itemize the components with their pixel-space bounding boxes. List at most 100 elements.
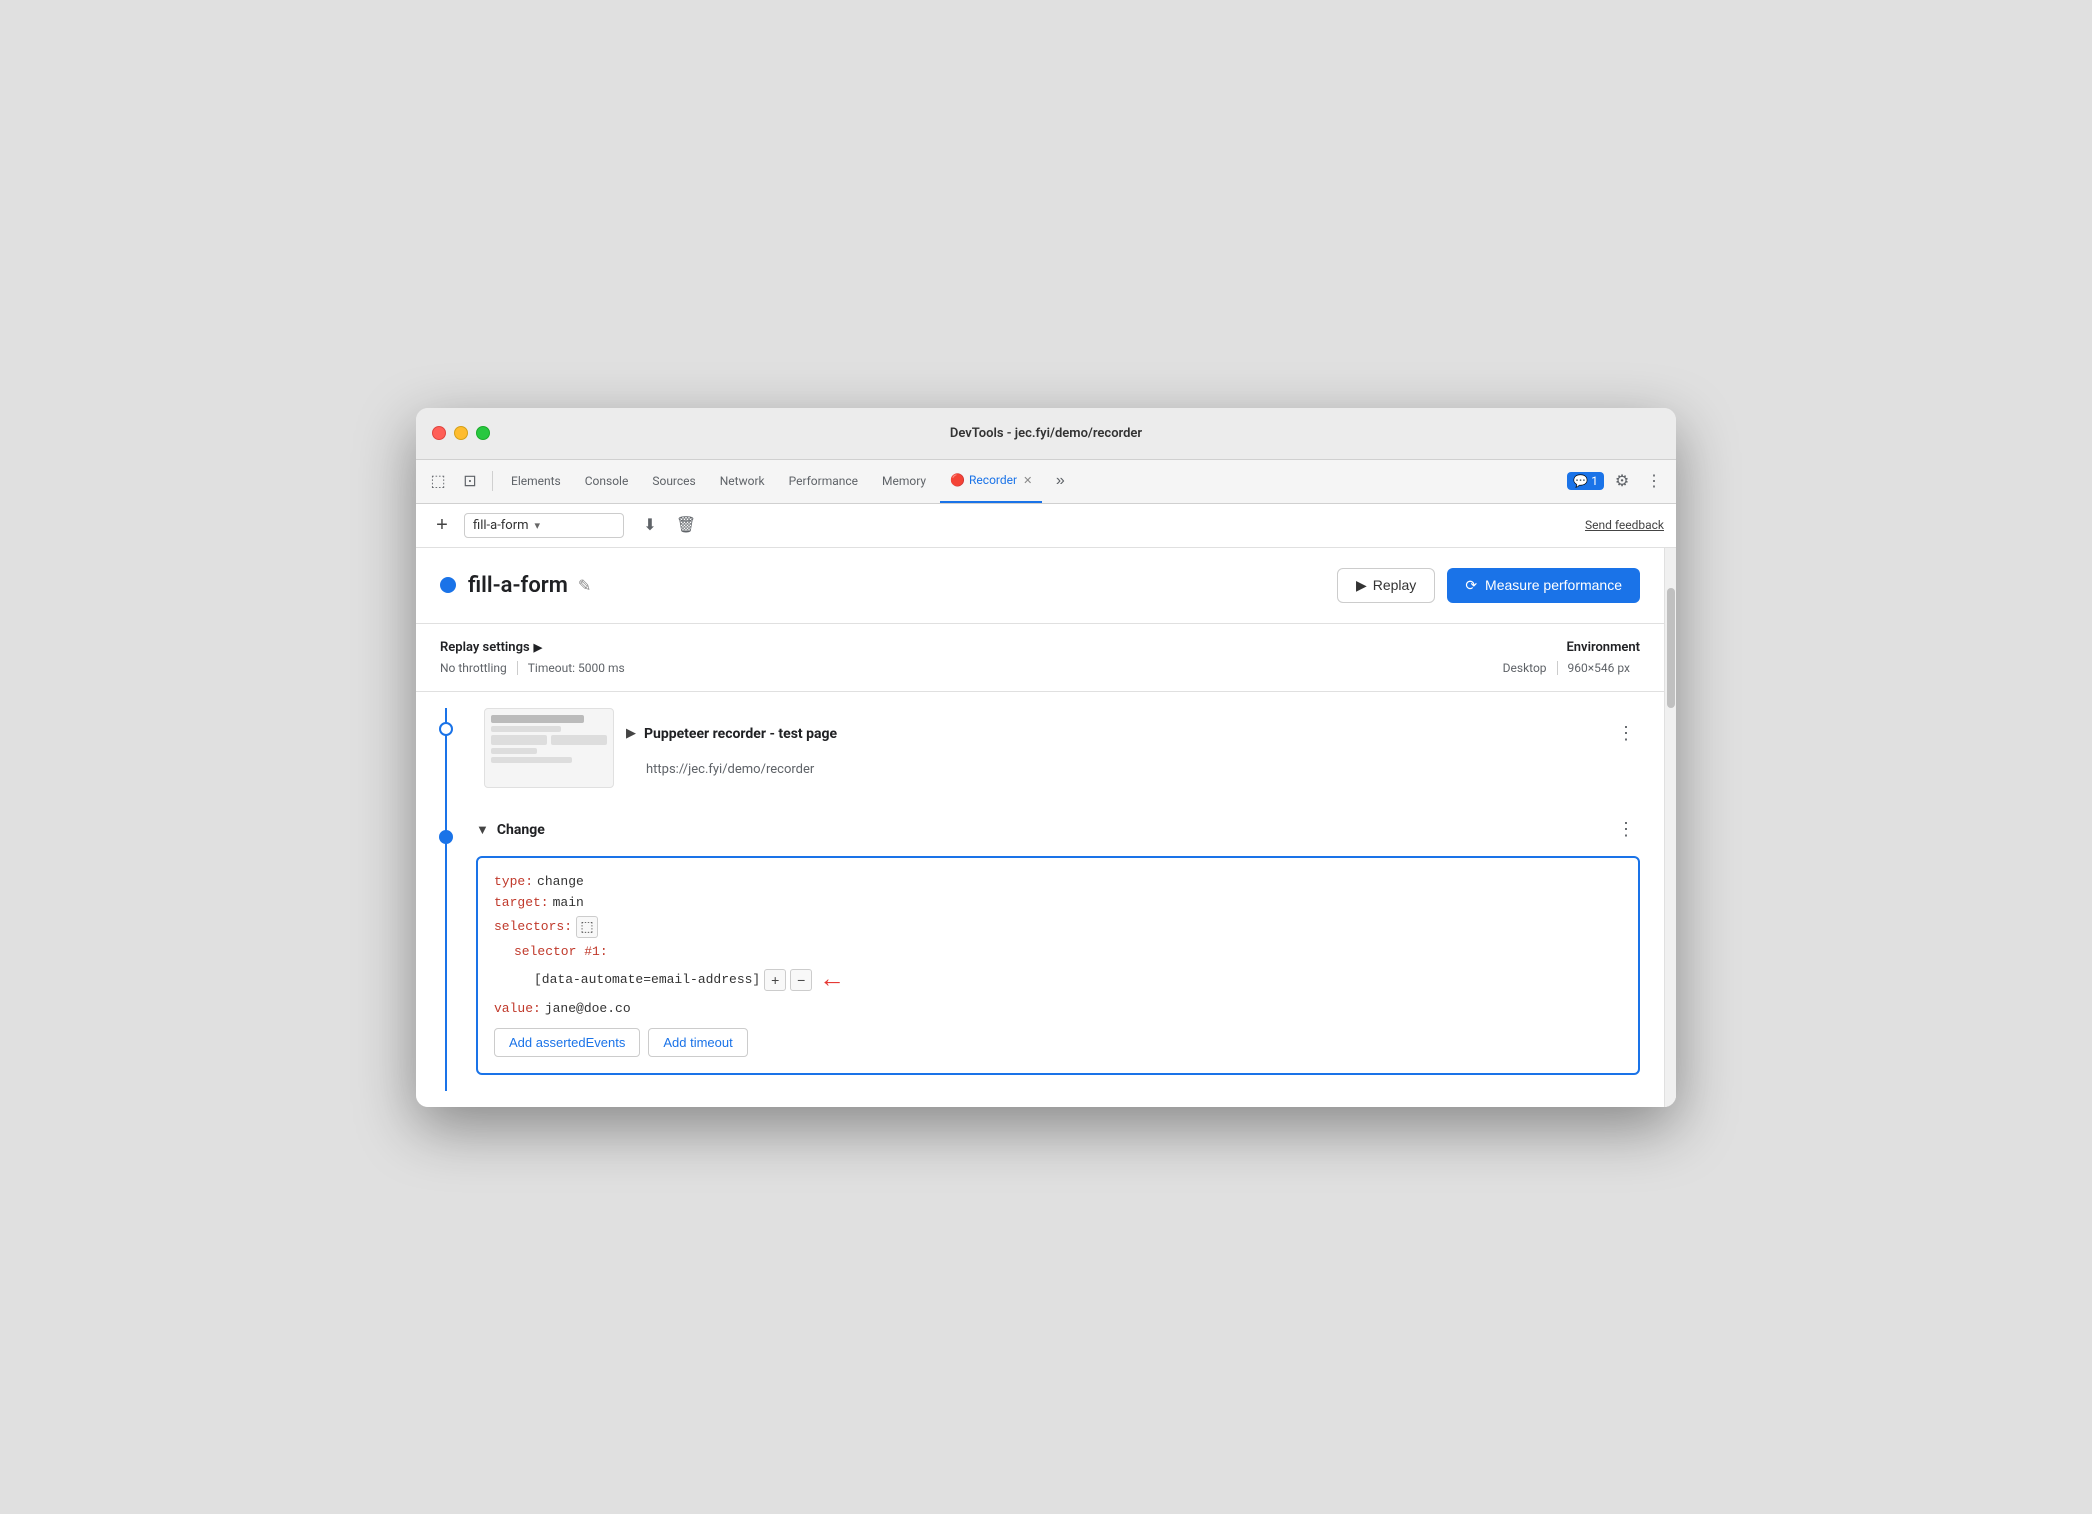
toolbar-actions: ⬇ 🗑	[636, 511, 700, 539]
step1-url: https://jec.fyi/demo/recorder	[626, 762, 1640, 777]
code-block: type: change target: main selectors: ⬚	[476, 856, 1640, 1075]
no-throttling-label: No throttling	[440, 661, 517, 675]
code-type-line: type: change	[494, 874, 1622, 889]
code-target-val: main	[553, 895, 584, 910]
recording-status-dot	[440, 577, 456, 593]
thumb-line-3	[491, 748, 537, 754]
code-selectors-line: selectors: ⬚	[494, 916, 1622, 938]
recorder-toolbar: + fill-a-form ▾ ⬇ 🗑 Send feedback	[416, 504, 1676, 548]
add-asserted-events-button[interactable]: Add assertedEvents	[494, 1028, 640, 1057]
settings-values: No throttling Timeout: 5000 ms	[440, 661, 1503, 675]
settings-icon[interactable]: ⚙	[1608, 467, 1636, 495]
settings-right: Environment Desktop 960×546 px	[1503, 640, 1640, 675]
timeline-line	[445, 708, 447, 1091]
timeline-dot-1	[439, 722, 453, 736]
step2-title: Change	[497, 822, 545, 838]
replay-button[interactable]: ▶ Replay	[1337, 568, 1435, 603]
settings-section: Replay settings ▶ No throttling Timeout:…	[416, 624, 1664, 692]
thumb-line-4	[491, 757, 572, 763]
thumb-line-2	[491, 726, 561, 732]
code-selector1-line: selector #1:	[494, 944, 1622, 959]
step-change: ▼ Change ⋮ type: change	[476, 804, 1640, 1075]
tab-bar: ⬚ ⊡ Elements Console Sources Network Per…	[416, 460, 1676, 504]
step-navigate-details: ▶ Puppeteer recorder - test page ⋮ https…	[626, 708, 1640, 788]
scroll-area: fill-a-form ✎ ▶ Replay ⟳ Measure perform…	[416, 548, 1676, 1107]
code-value-val: jane@doe.co	[545, 1001, 631, 1016]
step-navigate-row: ▶ Puppeteer recorder - test page ⋮ https…	[476, 708, 1640, 788]
red-arrow-indicator: ←	[824, 965, 840, 995]
code-target-key: target:	[494, 895, 549, 910]
cursor-icon[interactable]: ⬚	[424, 467, 452, 495]
recording-selector[interactable]: fill-a-form ▾	[464, 513, 624, 538]
code-selector1-val-line: [data-automate=email-address] + − ←	[494, 965, 1622, 995]
add-selector-button[interactable]: +	[764, 969, 786, 991]
step-navigate-header: ▶ Puppeteer recorder - test page ⋮	[626, 708, 1640, 760]
close-recorder-tab[interactable]: ✕	[1023, 474, 1032, 487]
env-type-label: Desktop	[1503, 661, 1557, 675]
devtools-window: DevTools - jec.fyi/demo/recorder ⬚ ⊡ Ele…	[416, 408, 1676, 1107]
add-recording-button[interactable]: +	[428, 511, 456, 539]
measure-performance-button[interactable]: ⟳ Measure performance	[1447, 568, 1640, 603]
play-icon: ▶	[1356, 577, 1367, 594]
remove-selector-button[interactable]: −	[790, 969, 812, 991]
tab-bar-left: ⬚ ⊡ Elements Console Sources Network Per…	[424, 459, 1074, 503]
expand-step2-icon[interactable]: ▼	[476, 822, 489, 838]
chat-icon: 💬	[1573, 474, 1588, 488]
env-size-label: 960×546 px	[1557, 661, 1640, 675]
add-timeout-button[interactable]: Add timeout	[648, 1028, 747, 1057]
steps-content: ▶ Puppeteer recorder - test page ⋮ https…	[476, 708, 1664, 1091]
measure-icon: ⟳	[1465, 577, 1477, 594]
fullscreen-button[interactable]	[476, 426, 490, 440]
step-navigate: ▶ Puppeteer recorder - test page ⋮ https…	[476, 708, 1640, 788]
tab-divider	[492, 471, 493, 491]
traffic-lights	[432, 426, 490, 440]
step2-more-button[interactable]: ⋮	[1612, 816, 1640, 844]
timeline-dot-2	[439, 830, 453, 844]
scrollbar-track	[1664, 548, 1676, 1107]
download-recording-button[interactable]: ⬇	[636, 511, 664, 539]
titlebar: DevTools - jec.fyi/demo/recorder	[416, 408, 1676, 460]
expand-settings-arrow[interactable]: ▶	[534, 641, 542, 654]
code-selectors-key: selectors:	[494, 919, 572, 934]
step1-title: Puppeteer recorder - test page	[644, 726, 837, 742]
window-title: DevTools - jec.fyi/demo/recorder	[950, 426, 1142, 441]
selector-icon-button[interactable]: ⬚	[576, 916, 598, 938]
edit-name-icon[interactable]: ✎	[578, 576, 591, 595]
tab-network[interactable]: Network	[710, 459, 775, 503]
code-selector1-val: [data-automate=email-address]	[534, 972, 760, 987]
tab-elements[interactable]: Elements	[501, 459, 571, 503]
minimize-button[interactable]	[454, 426, 468, 440]
thumb-line-pair	[491, 735, 607, 745]
more-tabs-button[interactable]: »	[1046, 467, 1074, 495]
step1-more-button[interactable]: ⋮	[1612, 720, 1640, 748]
tab-console[interactable]: Console	[575, 459, 639, 503]
code-value-line: value: jane@doe.co	[494, 1001, 1622, 1016]
steps-area: ▶ Puppeteer recorder - test page ⋮ https…	[416, 692, 1664, 1107]
recorder-tab-icon: 🔴	[950, 473, 965, 487]
replay-settings-title: Replay settings ▶	[440, 640, 1503, 655]
scrollbar-thumb[interactable]	[1667, 588, 1675, 708]
tab-recorder[interactable]: 🔴 Recorder ✕	[940, 459, 1042, 503]
code-type-key: type:	[494, 874, 533, 889]
thumbnail-mockup	[485, 709, 613, 787]
code-selector1-key: selector #1:	[514, 944, 608, 959]
chat-badge[interactable]: 💬 1	[1567, 472, 1604, 490]
thumb-line-1	[491, 715, 584, 723]
environment-title: Environment	[1503, 640, 1640, 655]
recording-name-label: fill-a-form	[468, 573, 568, 598]
send-feedback-link[interactable]: Send feedback	[1585, 518, 1664, 532]
tab-sources[interactable]: Sources	[642, 459, 705, 503]
more-options-icon[interactable]: ⋮	[1640, 467, 1668, 495]
step-thumbnail	[484, 708, 614, 788]
step-change-header: ▼ Change ⋮	[476, 804, 1640, 856]
recording-header: fill-a-form ✎ ▶ Replay ⟳ Measure perform…	[416, 548, 1664, 624]
maximize-icon[interactable]: ⊡	[456, 467, 484, 495]
content-area: fill-a-form ✎ ▶ Replay ⟳ Measure perform…	[416, 548, 1664, 1107]
tab-performance[interactable]: Performance	[779, 459, 868, 503]
settings-left: Replay settings ▶ No throttling Timeout:…	[440, 640, 1503, 675]
expand-step1-icon[interactable]: ▶	[626, 726, 636, 741]
close-button[interactable]	[432, 426, 446, 440]
code-target-line: target: main	[494, 895, 1622, 910]
tab-memory[interactable]: Memory	[872, 459, 936, 503]
delete-recording-button[interactable]: 🗑	[672, 511, 700, 539]
